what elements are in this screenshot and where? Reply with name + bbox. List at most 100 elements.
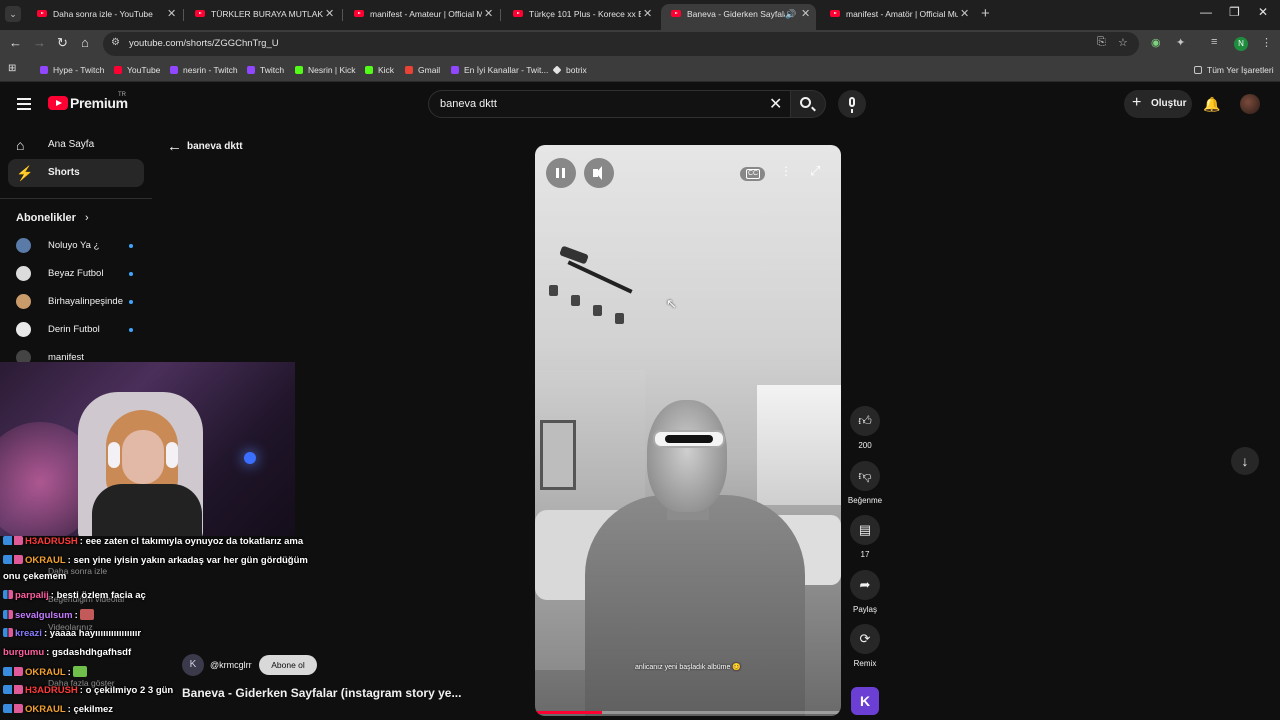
youtube-icon xyxy=(114,66,122,74)
video-title[interactable]: Baneva - Giderken Sayfalar (instagram st… xyxy=(182,686,461,700)
shorts-icon: ⚡ xyxy=(16,165,34,181)
channel-avatar[interactable]: K xyxy=(182,654,204,676)
subscription-item[interactable]: Derin Futbol xyxy=(16,320,136,340)
search-back-label[interactable]: baneva dktt xyxy=(187,141,243,152)
youtube-favicon-icon xyxy=(513,10,523,17)
clear-search-icon[interactable]: ✕ xyxy=(769,94,782,114)
close-window-icon[interactable]: ✕ xyxy=(1258,5,1268,19)
video-frame-lamp xyxy=(559,245,589,265)
browser-menu-icon[interactable]: ⋮ xyxy=(1261,36,1272,49)
extensions-icon[interactable]: ✦ xyxy=(1176,36,1185,49)
microphone-icon xyxy=(849,97,855,113)
bookmark-item[interactable]: Gmail xyxy=(405,65,440,75)
video-frame-bulb xyxy=(615,313,624,324)
like-button[interactable]: 👍︎ 200 xyxy=(848,406,882,450)
tab-close-icon[interactable]: ✕ xyxy=(960,7,969,20)
more-options-icon[interactable]: ⋮ xyxy=(780,164,792,178)
chat-message: H3ADRUSH: o çekilmiyo 2 3 gün xyxy=(3,685,173,696)
tab-close-icon[interactable]: ✕ xyxy=(801,7,810,20)
browser-tab[interactable]: TÜRKLER BURAYA MUTLAKA GE ✕ xyxy=(185,4,340,30)
tab-search-icon[interactable]: ⌄ xyxy=(5,6,21,22)
bookmark-item[interactable]: botrix xyxy=(552,65,587,75)
chat-badges-icon xyxy=(3,628,13,637)
forward-icon[interactable]: → xyxy=(33,35,46,50)
search-query[interactable]: baneva dktt xyxy=(440,98,497,110)
search-icon xyxy=(800,97,811,108)
captions-button[interactable]: CC xyxy=(740,167,765,181)
comments-button[interactable]: ▤ 17 xyxy=(848,515,882,559)
install-app-icon[interactable]: ⎘ xyxy=(1097,36,1106,49)
sidebar-item-shorts[interactable]: ⚡ Shorts xyxy=(8,159,144,187)
sidebar-item-home[interactable]: ⌂ Ana Sayfa xyxy=(8,131,144,159)
apps-grid-icon[interactable]: ⊞ xyxy=(8,63,16,74)
subscription-item[interactable]: Beyaz Futbol xyxy=(16,264,136,284)
remix-button[interactable]: ⟳ Remix xyxy=(848,624,882,668)
bookmark-item[interactable]: nesrin - Twitch xyxy=(170,65,238,75)
minimize-icon[interactable]: — xyxy=(1200,5,1212,19)
share-button[interactable]: ➦ Paylaş xyxy=(848,570,882,614)
home-icon[interactable]: ⌂ xyxy=(81,35,89,50)
bookmark-item[interactable]: Hype - Twitch xyxy=(40,65,104,75)
channel-handle[interactable]: @krmcglrr xyxy=(210,660,252,670)
logo-country-code: TR xyxy=(118,92,126,98)
shorts-video-player[interactable]: ⋮ ⤢ anlicanız yeni başladık albüme 😊 xyxy=(535,145,841,716)
browser-tab[interactable]: manifest - Amateur | Official Mu ✕ xyxy=(344,4,499,30)
subscription-item[interactable]: Noluyo Ya ¿ xyxy=(16,236,136,256)
bookmark-item[interactable]: Kick xyxy=(365,65,394,75)
create-button[interactable]: + Oluştur xyxy=(1124,90,1192,118)
fullscreen-icon[interactable]: ⤢ xyxy=(810,163,820,179)
botrix-icon xyxy=(552,65,562,75)
guide-menu-icon[interactable] xyxy=(17,98,31,110)
profile-avatar[interactable]: N xyxy=(1234,37,1248,51)
captions-icon: CC xyxy=(746,169,761,179)
all-bookmarks-folder[interactable]: Tüm Yer İşaretleri xyxy=(1194,65,1274,75)
video-progress-bar[interactable] xyxy=(535,711,841,714)
channel-avatar-button[interactable]: K xyxy=(851,687,879,715)
tab-title: Baneva - Giderken Sayfalar xyxy=(687,9,785,19)
site-info-icon[interactable]: ⚙ xyxy=(111,37,120,48)
bookmark-star-icon[interactable]: ☆ xyxy=(1118,36,1128,49)
tab-audio-icon[interactable]: 🔊 xyxy=(785,9,796,20)
media-control-icon[interactable]: ◉ xyxy=(1151,36,1161,49)
omnibox[interactable]: ⚙ youtube.com/shorts/ZGGChnTrg_U xyxy=(103,32,1139,56)
maximize-icon[interactable]: ❐ xyxy=(1229,5,1240,19)
chat-emote-icon xyxy=(73,666,88,677)
dislike-button[interactable]: 👎︎ Beğenme xyxy=(848,461,882,505)
youtube-logo-icon[interactable] xyxy=(48,96,68,110)
bookmark-item[interactable]: Nesrin | Kick xyxy=(295,65,356,75)
subscriptions-heading[interactable]: Abonelikler › xyxy=(16,212,89,224)
search-button[interactable] xyxy=(791,90,826,118)
subscription-item[interactable]: Birhayalinpeşinde xyxy=(16,292,136,312)
browser-tab-active[interactable]: Baneva - Giderken Sayfalar 🔊 ✕ xyxy=(661,4,816,30)
back-icon[interactable]: ← xyxy=(9,35,22,50)
notifications-bell-icon[interactable]: 🔔 xyxy=(1203,96,1220,113)
bookmark-item[interactable]: En İyi Kanallar - Twit... xyxy=(451,65,548,75)
voice-search-button[interactable] xyxy=(838,90,866,118)
volume-button[interactable] xyxy=(584,158,614,188)
tab-close-icon[interactable]: ✕ xyxy=(167,7,176,20)
reading-list-icon[interactable]: ≡ xyxy=(1211,36,1217,48)
browser-tab[interactable]: manifest - Amatör | Official Mu ✕ xyxy=(820,4,975,30)
channel-avatar xyxy=(16,322,31,337)
search-input[interactable]: baneva dktt ✕ xyxy=(428,90,791,118)
pause-button[interactable] xyxy=(546,158,576,188)
share-icon: ➦ xyxy=(850,570,880,600)
url-text[interactable]: youtube.com/shorts/ZGGChnTrg_U xyxy=(129,38,279,49)
account-avatar[interactable] xyxy=(1240,94,1260,114)
browser-tab[interactable]: Türkçe 101 Plus - Korece xx Em ✕ xyxy=(503,4,658,30)
tab-close-icon[interactable]: ✕ xyxy=(484,7,493,20)
chat-message: parpalij: besti özlem facia aç xyxy=(3,590,146,601)
reload-icon[interactable]: ↻ xyxy=(57,35,68,51)
next-video-button[interactable]: ↓ xyxy=(1231,447,1259,475)
bookmark-item[interactable]: YouTube xyxy=(114,65,160,75)
subscribe-button[interactable]: Abone ol xyxy=(259,655,317,675)
streamer-shirt xyxy=(92,484,202,536)
new-tab-icon[interactable]: + xyxy=(981,5,990,22)
youtube-favicon-icon xyxy=(37,10,47,17)
bookmark-item[interactable]: Twitch xyxy=(247,65,284,75)
tab-close-icon[interactable]: ✕ xyxy=(325,7,334,20)
browser-tab[interactable]: Daha sonra izle - YouTube ✕ xyxy=(27,4,182,30)
mouse-cursor-icon: ↖ xyxy=(666,296,677,311)
tab-close-icon[interactable]: ✕ xyxy=(643,7,652,20)
back-arrow-icon[interactable]: ← xyxy=(167,138,182,155)
